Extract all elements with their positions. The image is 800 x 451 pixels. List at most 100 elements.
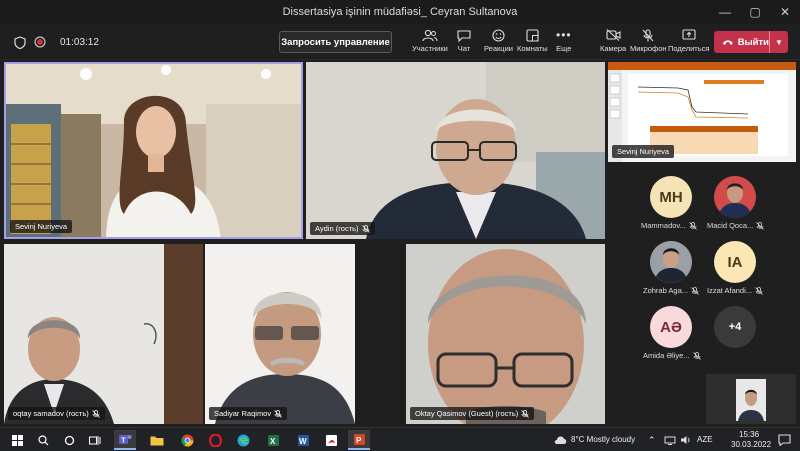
recording-icon — [34, 36, 46, 48]
cortana-button[interactable] — [58, 430, 80, 450]
participant-name: Mammadov... — [641, 221, 697, 230]
avatar-photo — [714, 176, 756, 218]
mic-button[interactable]: Микрофон — [630, 26, 667, 58]
edge-button[interactable] — [232, 430, 254, 450]
tray-overflow-icon[interactable]: ⌃ — [648, 435, 656, 446]
video-tile-sadiyar[interactable]: Sadiyar Raqimov — [205, 244, 404, 424]
video-tile-aydin[interactable]: Aydin (гость) — [306, 62, 605, 239]
network-icon[interactable] — [664, 435, 676, 445]
chat-icon — [457, 29, 471, 42]
search-button[interactable] — [32, 430, 54, 450]
minimize-icon: — — [719, 5, 731, 19]
minimize-button[interactable]: — — [710, 0, 740, 24]
participant-name-text: Mammadov... — [641, 221, 686, 230]
mic-muted-icon — [689, 221, 697, 230]
word-icon: W — [297, 434, 309, 446]
teams-icon: T — [119, 434, 132, 444]
volume-icon[interactable] — [680, 435, 692, 445]
avatar-initials: IA — [727, 253, 743, 271]
participant-name: Sevinj Nuriyeva — [15, 222, 68, 231]
participant-name-text: Amida Əliye... — [643, 351, 690, 360]
weather-icon — [554, 436, 567, 444]
video-tile-oktay[interactable]: Oktay Qasimov (Guest) (гость) — [406, 244, 605, 424]
leave-button[interactable]: Выйти ▼ — [714, 31, 788, 53]
mic-muted-icon — [91, 409, 100, 418]
self-view-feed — [706, 374, 796, 424]
participant-name: Sevinj Nuriyeva — [617, 147, 670, 156]
edge-icon — [237, 434, 249, 446]
participant-name-tag: oqtay samadov (гость) — [8, 407, 105, 420]
participant-avatar[interactable]: AƏ — [650, 306, 692, 348]
start-button[interactable] — [6, 430, 28, 450]
chat-button[interactable]: Чат — [457, 26, 471, 58]
rooms-icon — [526, 28, 539, 42]
avatar-photo — [650, 241, 692, 283]
request-control-button[interactable]: Запросить управление — [279, 31, 392, 53]
participant-name-text: Zohrab Aga... — [643, 286, 689, 295]
rooms-label: Комнаты — [517, 44, 548, 53]
share-screen-icon — [682, 28, 696, 40]
svg-text:P: P — [356, 436, 362, 445]
reactions-button[interactable]: Реакции — [484, 26, 513, 58]
share-button[interactable]: Поделиться — [668, 26, 709, 58]
notification-icon[interactable] — [778, 434, 791, 446]
participant-name-tag: Sevinj Nuriyeva — [612, 145, 675, 158]
maximize-icon: ▢ — [749, 5, 761, 19]
close-button[interactable]: ✕ — [770, 0, 800, 24]
video-tile-sevinj[interactable]: Sevinj Nuriyeva — [4, 62, 303, 239]
language-indicator[interactable]: AZE — [697, 435, 713, 444]
powerpoint-button[interactable]: P — [348, 430, 370, 450]
chevron-down-icon: ▼ — [775, 37, 783, 47]
opera-button[interactable] — [204, 430, 226, 450]
weather-text[interactable]: 8°C Mostly cloudy — [571, 435, 635, 444]
svg-text:X: X — [270, 437, 276, 446]
windows-taskbar: T X W P 8°C Mostly cloudy ⌃ AZE 15:36 30… — [0, 427, 800, 451]
video-tile-oqtay[interactable]: oqtay samadov (гость) — [4, 244, 203, 424]
folder-icon — [150, 436, 164, 445]
window-title: Dissertasiya işinin müdafiəsi_ Ceyran Su… — [282, 6, 518, 18]
title-bar: Dissertasiya işinin müdafiəsi_ Ceyran Su… — [0, 0, 800, 24]
share-label: Поделиться — [668, 44, 710, 53]
more-participants-count: +4 — [728, 321, 742, 333]
mic-muted-icon — [361, 224, 370, 233]
excel-button[interactable]: X — [262, 430, 284, 450]
close-icon: ✕ — [779, 5, 791, 19]
avatar-initials: AƏ — [660, 318, 682, 336]
emoji-icon — [492, 28, 505, 42]
camera-off-icon — [606, 29, 621, 41]
shared-screen-tile[interactable]: Sevinj Nuriyeva — [608, 62, 796, 162]
mic-muted-icon — [521, 409, 530, 418]
participant-name-tag: Oktay Qasimov (Guest) (гость) — [410, 407, 535, 420]
mic-muted-icon — [274, 409, 282, 418]
more-button[interactable]: ••• Еще — [556, 26, 572, 58]
phone-hangup-icon — [722, 40, 733, 45]
video-feed — [4, 244, 203, 424]
self-view-tile[interactable] — [706, 374, 796, 424]
camera-button[interactable]: Камера — [600, 26, 626, 58]
more-participants-button[interactable]: +4 — [714, 306, 756, 348]
meeting-toolbar: 01:03:12 Запросить управление Участники … — [0, 24, 800, 60]
participant-avatar[interactable]: MH — [650, 176, 692, 218]
chrome-button[interactable] — [176, 430, 198, 450]
acrobat-button[interactable] — [320, 430, 342, 450]
participant-avatar-photo[interactable] — [714, 176, 756, 218]
maximize-button[interactable]: ▢ — [740, 0, 770, 24]
participant-avatar[interactable]: IA — [714, 241, 756, 283]
participants-button[interactable]: Участники — [412, 26, 448, 58]
powerpoint-icon: P — [353, 433, 365, 445]
mic-muted-icon — [755, 286, 763, 295]
clock-time[interactable]: 15:36 — [739, 430, 759, 439]
leave-options-button[interactable]: ▼ — [769, 31, 788, 53]
shield-icon[interactable] — [14, 35, 26, 49]
word-button[interactable]: W — [292, 430, 314, 450]
excel-icon: X — [267, 434, 279, 446]
teams-taskbar-button[interactable]: T — [114, 430, 136, 450]
mic-off-icon — [642, 28, 654, 41]
rooms-button[interactable]: Комнаты — [517, 26, 548, 58]
clock-date[interactable]: 30.03.2022 — [731, 440, 771, 449]
file-explorer-button[interactable] — [146, 430, 168, 450]
meeting-timer: 01:03:12 — [60, 36, 99, 48]
task-view-button[interactable] — [84, 430, 106, 450]
cortana-icon — [64, 435, 74, 445]
participant-avatar-photo[interactable] — [650, 241, 692, 283]
